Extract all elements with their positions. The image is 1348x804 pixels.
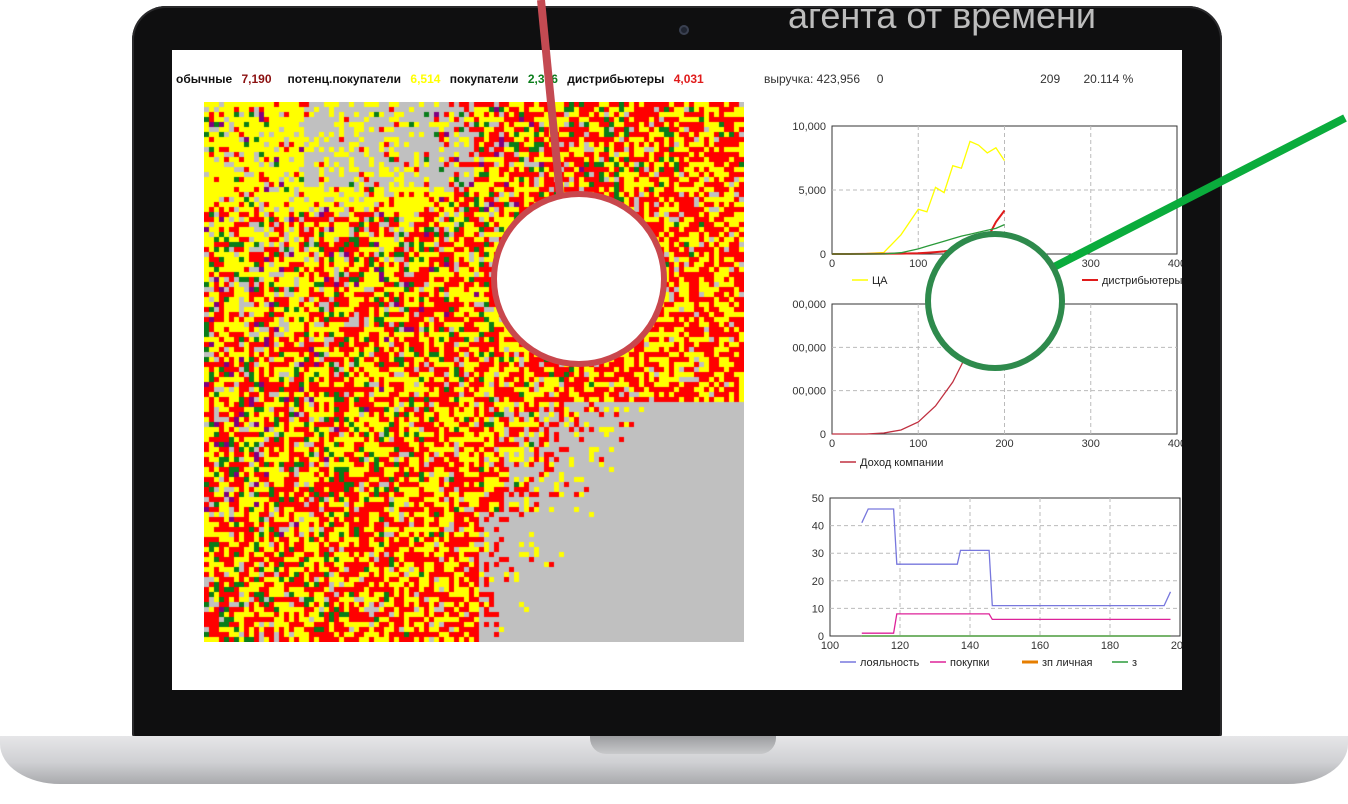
y-tick-label: 40 <box>812 521 824 533</box>
plot-area <box>829 497 1181 637</box>
y-tick-label: 00,000 <box>792 342 826 354</box>
agent-grid <box>204 102 744 642</box>
x-tick-label: 0 <box>829 438 835 450</box>
buyers-count: 2,306 <box>527 72 558 86</box>
buyers-label: покупатели <box>449 72 519 86</box>
y-tick-label: 30 <box>812 548 824 560</box>
legend-label: покупки <box>950 657 989 669</box>
ordinary-label: обычные <box>176 72 233 86</box>
x-tick-label: 100 <box>909 438 927 450</box>
potential-count: 6,514 <box>410 72 441 86</box>
y-tick-label: 20 <box>812 576 824 588</box>
legend-label: зп личная <box>1042 657 1093 669</box>
y-tick-label: 0 <box>818 631 824 643</box>
x-tick-label: 300 <box>1082 258 1100 270</box>
x-tick-label: 200 <box>1171 640 1182 652</box>
chart-agents-over-time: 0 100 200 300 400 0 5,000 10,000 ЦА дистрибьютеры <box>792 121 1182 287</box>
y-tick-label: 10,000 <box>792 121 826 133</box>
chart-company-income: 0 100 200 300 400 0 00,000 00,000 00,000 Доход ко… <box>792 299 1182 469</box>
tick-counter: 209 <box>1040 72 1061 86</box>
distributors-label: дистрибьютеры <box>567 72 665 86</box>
y-tick-label: 0 <box>820 429 826 441</box>
x-tick-label: 400 <box>1168 258 1182 270</box>
revenue-value: 423,956 <box>816 72 861 86</box>
x-tick-label: 200 <box>995 258 1013 270</box>
laptop-notch <box>590 736 776 754</box>
legend-label: ЦА <box>872 275 888 287</box>
legend-label: лояльность <box>860 657 919 669</box>
x-tick-label: 100 <box>909 258 927 270</box>
percent-value: 20.114 % <box>1083 72 1134 86</box>
ordinary-count: 7,190 <box>241 72 272 86</box>
x-tick-label: 400 <box>1168 438 1182 450</box>
y-tick-label: 00,000 <box>792 386 826 398</box>
x-tick-label: 300 <box>1082 438 1100 450</box>
x-tick-label: 160 <box>1031 640 1049 652</box>
camera-icon <box>679 25 689 35</box>
legend-label: з <box>1132 657 1137 669</box>
y-tick-label: 0 <box>820 249 826 261</box>
legend-label: дистрибьютеры <box>1102 275 1182 287</box>
potential-label: потенц.покупатели <box>287 72 402 86</box>
x-tick-label: 200 <box>995 438 1013 450</box>
revenue-zero: 0 <box>876 72 884 86</box>
x-tick-label: 140 <box>961 640 979 652</box>
y-tick-label: 50 <box>812 493 824 505</box>
x-tick-label: 180 <box>1101 640 1119 652</box>
agent-counts-row: обычные 7,190 потенц.покупатели 6,514 по… <box>176 72 710 86</box>
y-tick-label: 5,000 <box>798 185 826 197</box>
revenue-row: выручка: 423,956 0 209 20.114 % <box>764 72 1133 86</box>
legend-label: Доход компании <box>860 457 943 469</box>
chart-agent-indicators: 100 120 140 160 180 20001020304050лояльность п… <box>812 493 1182 669</box>
revenue-label: выручка: <box>764 72 814 86</box>
y-tick-label: 00,000 <box>792 299 826 311</box>
x-tick-label: 0 <box>829 258 835 270</box>
y-tick-label: 10 <box>812 603 824 615</box>
distributors-count: 4,031 <box>673 72 704 86</box>
x-tick-label: 120 <box>891 640 909 652</box>
simulation-screen: обычные 7,190 потенц.покупатели 6,514 по… <box>172 50 1182 690</box>
